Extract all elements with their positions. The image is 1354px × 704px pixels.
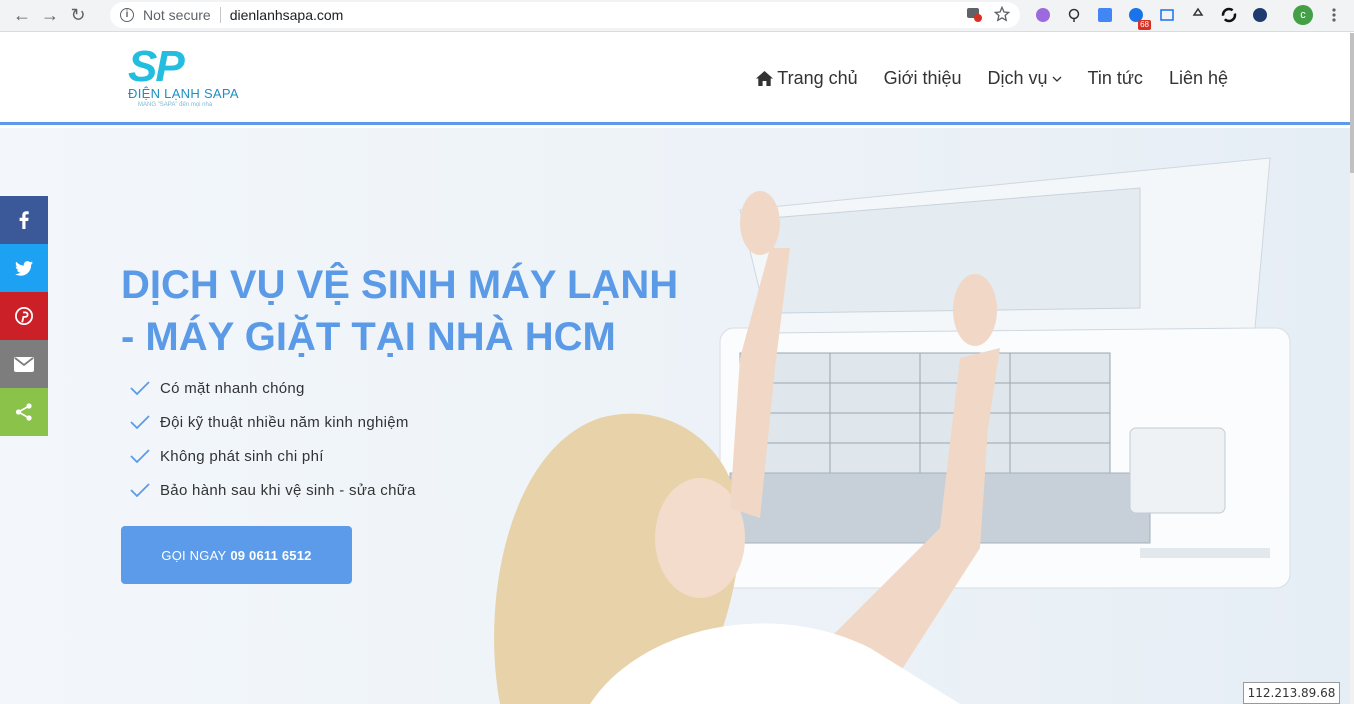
sync-icon[interactable]: [1218, 4, 1240, 26]
nav-item-contact[interactable]: Liên hệ: [1169, 68, 1228, 89]
star-bookmark-icon[interactable]: [994, 6, 1010, 22]
cta-prefix: GỌI NGAY: [161, 547, 227, 563]
forward-arrow-icon[interactable]: →: [36, 2, 64, 30]
pinterest-share-button[interactable]: [0, 292, 48, 340]
reload-icon[interactable]: ↻: [64, 2, 92, 30]
nav-item-label: Giới thiệu: [883, 68, 962, 88]
twitter-share-button[interactable]: [0, 244, 48, 292]
extension-globe-icon[interactable]: 68: [1125, 4, 1151, 30]
feature-text: Bảo hành sau khi vệ sinh - sửa chữa: [160, 481, 416, 499]
list-item: Bảo hành sau khi vệ sinh - sửa chữa: [130, 473, 416, 507]
check-icon: [130, 449, 150, 463]
nav-item-label: Trang chủ: [777, 68, 858, 88]
ip-extension-icon[interactable]: [1249, 4, 1271, 26]
ip-address-overlay: 112.213.89.68: [1243, 682, 1340, 704]
list-item: Không phát sinh chi phí: [130, 439, 416, 473]
pinterest-icon: [15, 307, 33, 325]
list-item: Đội kỹ thuật nhiều năm kinh nghiệm: [130, 405, 416, 439]
share-button[interactable]: [0, 388, 48, 436]
logo-mark: SP: [128, 42, 185, 91]
info-icon[interactable]: i: [120, 8, 134, 22]
logo-tagline: MANG "SAPA" đến mọi nhà: [138, 102, 213, 108]
feature-list: Có mặt nhanh chóng Đội kỹ thuật nhiều nă…: [130, 371, 416, 507]
twitter-icon: [15, 260, 33, 276]
menu-kebab-icon[interactable]: [1323, 4, 1345, 26]
page-scrollbar[interactable]: [1350, 33, 1354, 704]
ac-control-box: [1129, 427, 1226, 514]
nav-item-about[interactable]: Giới thiệu: [884, 68, 962, 89]
back-arrow-icon[interactable]: ←: [8, 2, 36, 30]
nav-item-news[interactable]: Tin tức: [1088, 68, 1143, 89]
google-translate-icon[interactable]: [1094, 4, 1116, 26]
profile-avatar[interactable]: c: [1292, 4, 1314, 26]
facebook-icon: [19, 211, 29, 229]
extension-purple-icon[interactable]: [1032, 4, 1054, 26]
site-logo[interactable]: SP ĐIỆN LẠNH SAPA MANG "SAPA" đến mọi nh…: [128, 42, 258, 117]
check-icon: [130, 483, 150, 497]
call-now-button[interactable]: GỌI NGAY 09 0611 6512: [121, 526, 352, 584]
list-item: Có mặt nhanh chóng: [130, 371, 416, 405]
feature-text: Đội kỹ thuật nhiều năm kinh nghiệm: [160, 413, 409, 431]
main-navigation: Trang chủ Giới thiệu Dịch vụ Tin tức Liê…: [756, 68, 1228, 89]
scrollbar-thumb[interactable]: [1350, 33, 1354, 173]
feature-text: Không phát sinh chi phí: [160, 447, 324, 465]
extension-badge: 68: [1138, 20, 1151, 30]
social-share-bar: [0, 196, 48, 436]
hero-banner: DỊCH VỤ VỆ SINH MÁY LẠNH - MÁY GIẶT TẠI …: [0, 128, 1354, 704]
address-bar[interactable]: i Not secure dienlanhsapa.com: [110, 2, 1020, 28]
nav-item-home[interactable]: Trang chủ: [756, 68, 858, 89]
headline-line-1: DỊCH VỤ VỆ SINH MÁY LẠNH: [121, 263, 679, 307]
share-icon: [15, 403, 32, 421]
omnibox-divider: [219, 7, 221, 23]
check-icon: [130, 415, 150, 429]
nav-item-label: Tin tức: [1087, 68, 1143, 88]
feature-text: Có mặt nhanh chóng: [160, 379, 305, 397]
nav-item-label: Liên hệ: [1168, 68, 1228, 88]
email-share-button[interactable]: [0, 340, 48, 388]
nav-item-label: Dịch vụ: [987, 68, 1048, 88]
recycle-icon[interactable]: [1187, 4, 1209, 26]
home-icon: [756, 71, 774, 86]
chevron-down-icon: [1052, 76, 1062, 82]
check-icon: [130, 381, 150, 395]
translate-blocked-icon[interactable]: [966, 6, 982, 22]
url-text[interactable]: dienlanhsapa.com: [230, 7, 344, 23]
browser-toolbar: ← → ↻ i Not secure dienlanhsapa.com 68 c: [0, 0, 1354, 32]
extensions-bar: 68 c: [1032, 4, 1345, 30]
nav-item-services[interactable]: Dịch vụ: [988, 68, 1062, 89]
extension-bank-icon[interactable]: [1156, 4, 1178, 26]
hero-headline: DỊCH VỤ VỆ SINH MÁY LẠNH - MÁY GIẶT TẠI …: [121, 259, 681, 363]
security-label[interactable]: Not secure: [143, 7, 211, 23]
logo-brand: ĐIỆN LẠNH SAPA: [128, 86, 239, 101]
ac-filter-grid: [739, 352, 1111, 474]
extension-lens-icon[interactable]: [1063, 4, 1085, 26]
facebook-share-button[interactable]: [0, 196, 48, 244]
email-icon: [14, 356, 34, 372]
site-header: SP ĐIỆN LẠNH SAPA MANG "SAPA" đến mọi nh…: [0, 33, 1354, 125]
headline-line-2: - MÁY GIẶT TẠI NHÀ HCM: [121, 315, 616, 359]
cta-phone: 09 0611 6512: [230, 547, 312, 563]
hero-image: [494, 157, 1291, 704]
